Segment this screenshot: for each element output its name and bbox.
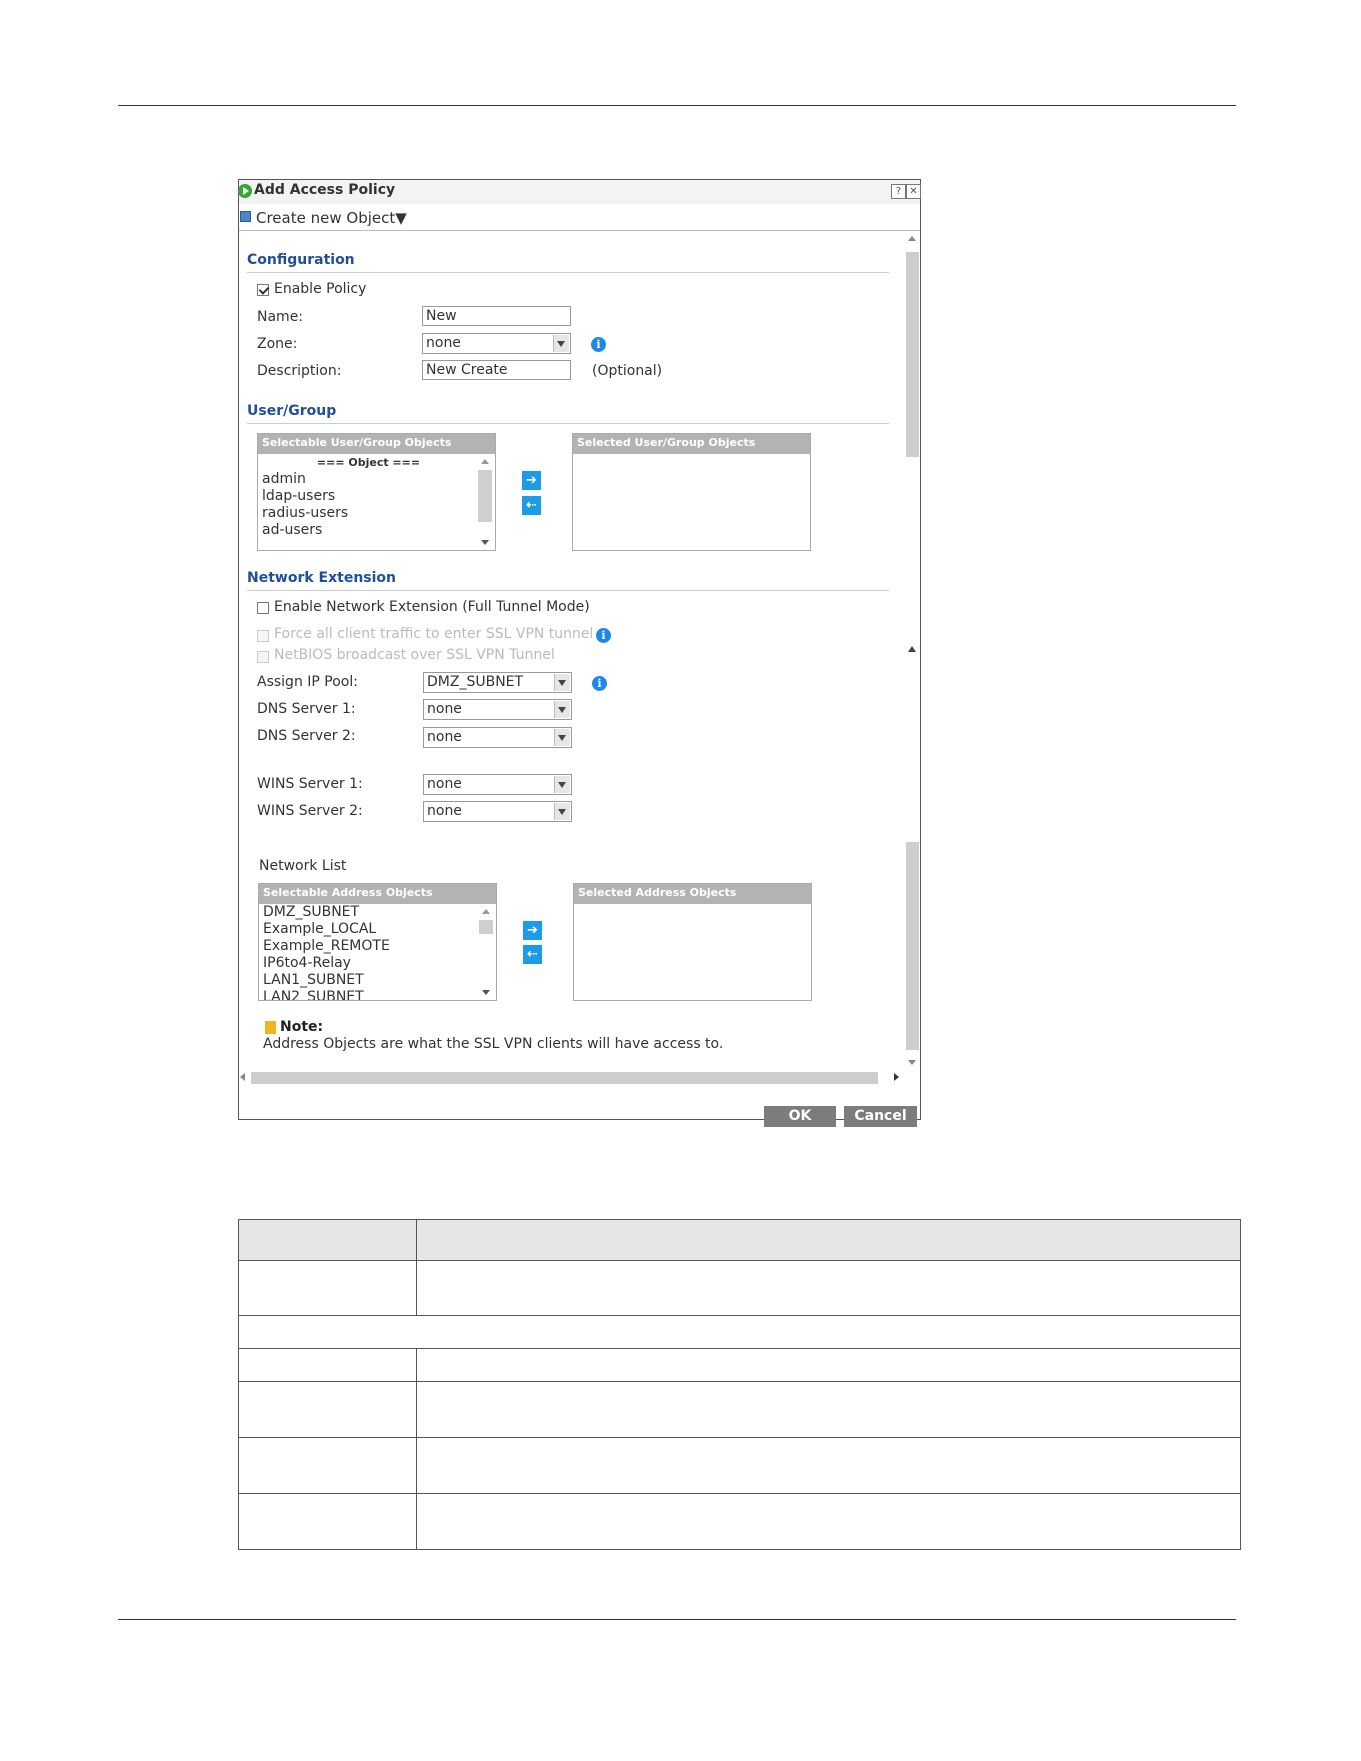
force-client-traffic-checkbox[interactable] — [257, 630, 269, 642]
table-row — [238, 1493, 1241, 1550]
zone-select[interactable]: none — [422, 333, 571, 354]
add-address-arrow-icon[interactable]: ➔ — [523, 921, 542, 940]
zone-info-icon[interactable]: i — [591, 337, 606, 352]
cancel-button[interactable]: Cancel — [844, 1106, 917, 1127]
table-header-row — [238, 1219, 1241, 1261]
list-item[interactable]: ad-users — [262, 522, 475, 539]
chevron-down-icon — [554, 803, 570, 820]
chevron-down-icon — [553, 335, 569, 352]
create-new-object-menu[interactable]: Create new Object▼ — [256, 209, 407, 227]
selectable-user-group-list[interactable]: Selectable User/Group Objects === Object… — [257, 433, 496, 551]
force-traffic-info-icon[interactable]: i — [596, 628, 611, 643]
dns-server-1-label: DNS Server 1: — [257, 701, 356, 717]
selectable-address-objects-header: Selectable Address Objects — [259, 884, 496, 904]
list-item[interactable]: DMZ_SUBNET — [263, 904, 476, 921]
table-row — [238, 1348, 1241, 1382]
list-scrollbar[interactable] — [478, 456, 492, 548]
name-label: Name: — [257, 309, 304, 325]
network-extension-section-title: Network Extension — [247, 568, 889, 591]
wins-server-2-label: WINS Server 2: — [257, 803, 363, 819]
description-label: Description: — [257, 363, 342, 379]
wins-server-1-select[interactable]: none — [423, 774, 572, 795]
object-group-label: === Object === — [316, 456, 421, 469]
netbios-broadcast-checkbox[interactable] — [257, 651, 269, 663]
table-row — [238, 1381, 1241, 1438]
enable-network-extension-checkbox[interactable] — [257, 602, 269, 614]
dialog-titlebar: Add Access Policy ? ✕ — [238, 180, 921, 204]
selected-user-group-header: Selected User/Group Objects — [573, 434, 810, 454]
assign-ip-pool-select[interactable]: DMZ_SUBNET — [423, 672, 572, 693]
wins-server-2-select[interactable]: none — [423, 801, 572, 822]
assign-ip-pool-label: Assign IP Pool: — [257, 674, 358, 690]
selected-address-objects-list[interactable]: Selected Address Objects — [573, 883, 812, 1001]
network-list-label: Network List — [259, 858, 347, 874]
note-icon — [265, 1021, 276, 1034]
description-input[interactable]: New Create — [422, 360, 571, 380]
enable-network-extension-label: Enable Network Extension (Full Tunnel Mo… — [274, 599, 590, 615]
wins-server-1-label: WINS Server 1: — [257, 776, 363, 792]
list-item[interactable]: IP6to4-Relay — [263, 955, 476, 972]
list-item[interactable]: ldap-users — [262, 488, 475, 505]
scroll-up-icon — [908, 646, 916, 652]
selectable-address-objects-list[interactable]: Selectable Address Objects DMZ_SUBNET Ex… — [258, 883, 497, 1001]
add-user-group-arrow-icon[interactable]: ➔ — [522, 471, 541, 490]
list-item[interactable]: admin — [262, 471, 475, 488]
scroll-left-icon — [240, 1073, 245, 1081]
netbios-broadcast-label: NetBIOS broadcast over SSL VPN Tunnel — [274, 647, 555, 663]
ip-pool-info-icon[interactable]: i — [592, 676, 607, 691]
close-icon[interactable]: ✕ — [906, 184, 921, 199]
remove-address-arrow-icon[interactable]: ⇠ — [523, 945, 542, 964]
scroll-down-icon — [908, 1060, 916, 1065]
dns-server-2-label: DNS Server 2: — [257, 728, 356, 744]
bottom-rule — [118, 1619, 1236, 1620]
list-item[interactable]: LAN2_SUBNET — [263, 989, 476, 1000]
table-row — [238, 1315, 1241, 1349]
selected-address-objects-header: Selected Address Objects — [574, 884, 811, 904]
chevron-down-icon — [554, 729, 570, 746]
force-client-traffic-label: Force all client traffic to enter SSL VP… — [274, 626, 594, 642]
help-icon[interactable]: ? — [891, 184, 906, 199]
dialog-title: Add Access Policy — [254, 182, 396, 198]
remove-user-group-arrow-icon[interactable]: ⇠ — [522, 496, 541, 515]
list-item[interactable]: Example_REMOTE — [263, 938, 476, 955]
chevron-down-icon — [554, 674, 570, 691]
chevron-down-icon — [554, 701, 570, 718]
note-text: Address Objects are what the SSL VPN cli… — [263, 1036, 724, 1052]
add-access-policy-dialog: Add Access Policy ? ✕ Create new Object▼… — [238, 179, 921, 1127]
note-title: Note: — [280, 1019, 324, 1035]
top-rule — [118, 105, 1236, 106]
add-icon — [238, 184, 252, 198]
dns-server-2-select[interactable]: none — [423, 727, 572, 748]
dialog-horizontal-scrollbar[interactable] — [239, 1070, 907, 1085]
list-item[interactable]: Example_LOCAL — [263, 921, 476, 938]
description-table — [238, 1219, 1241, 1550]
zone-label: Zone: — [257, 336, 298, 352]
ok-button[interactable]: OK — [764, 1106, 836, 1127]
enable-policy-checkbox[interactable] — [257, 284, 269, 296]
table-row — [238, 1437, 1241, 1494]
list-scrollbar[interactable] — [479, 906, 493, 998]
selected-user-group-list[interactable]: Selected User/Group Objects — [572, 433, 811, 551]
name-input[interactable]: New — [422, 306, 571, 326]
toolbar: Create new Object▼ — [239, 204, 920, 231]
selectable-user-group-header: Selectable User/Group Objects — [258, 434, 495, 454]
enable-policy-label: Enable Policy — [274, 281, 367, 297]
user-group-section-title: User/Group — [247, 401, 889, 424]
dns-server-1-select[interactable]: none — [423, 699, 572, 720]
chevron-down-icon — [554, 776, 570, 793]
description-optional-hint: (Optional) — [592, 363, 663, 379]
scroll-up-icon — [908, 236, 916, 241]
object-icon — [240, 211, 251, 222]
list-item[interactable]: LAN1_SUBNET — [263, 972, 476, 989]
scroll-right-icon — [894, 1073, 899, 1081]
configuration-section-title: Configuration — [247, 250, 889, 273]
table-row — [238, 1260, 1241, 1316]
list-item[interactable]: radius-users — [262, 505, 475, 522]
dialog-vertical-scrollbar[interactable] — [906, 232, 919, 1067]
